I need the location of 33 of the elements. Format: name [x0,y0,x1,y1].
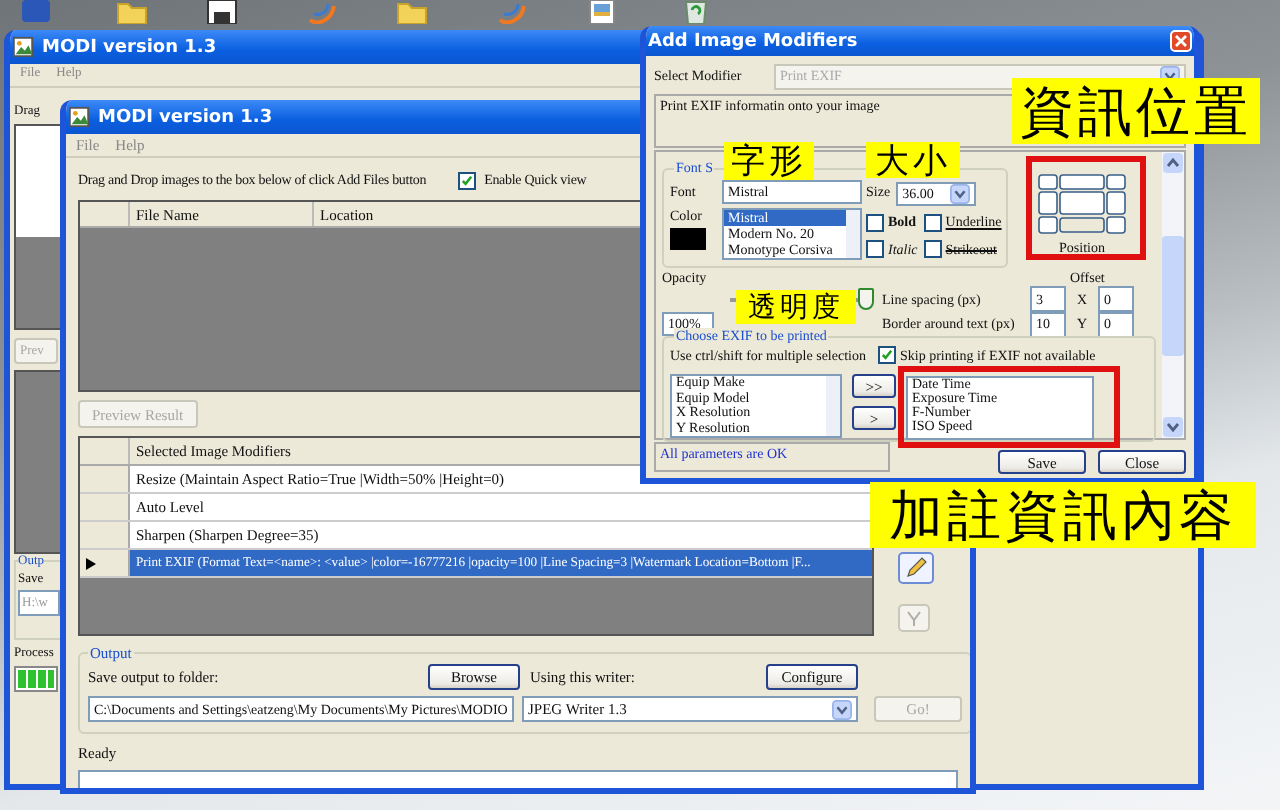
annotation-label: 透明度 [736,290,856,324]
window-title: MODI version 1.3 [42,37,217,57]
scroll-thumb[interactable] [1162,235,1184,355]
picture-icon[interactable] [586,0,618,24]
pencil-icon[interactable] [898,552,934,584]
bold-checkbox[interactable] [866,213,884,232]
position-picker[interactable] [1038,174,1126,234]
row-pointer-icon [86,557,96,569]
scrollbar[interactable] [826,376,840,436]
annotation-label: 字形 [724,142,814,180]
opacity-slider-thumb[interactable] [858,287,874,309]
strikeout-checkbox[interactable] [923,240,942,259]
annotation-label: 資訊位置 [1012,78,1260,144]
window-title: Add Image Modifiers [648,31,858,51]
quick-view-checkbox[interactable] [458,171,477,189]
skip-checkbox[interactable] [877,346,896,364]
app-icon [68,106,90,128]
color-swatch[interactable] [670,228,706,250]
annotation-label: 大小 [866,142,960,178]
dropdown-arrow-icon[interactable] [950,184,971,204]
app-icon [12,36,34,58]
recycle-bin-icon[interactable] [680,0,712,24]
scrollbar[interactable] [1162,152,1184,438]
highlight-frame [1026,156,1146,260]
scroll-down-icon[interactable] [1162,416,1184,438]
close-icon[interactable] [1170,30,1192,52]
underline-checkbox[interactable] [923,213,942,232]
window-title: MODI version 1.3 [98,107,273,127]
dropdown-arrow-icon[interactable] [832,699,852,719]
scrollbar[interactable] [846,210,860,258]
scroll-up-icon[interactable] [1162,152,1184,174]
italic-checkbox[interactable] [866,240,884,259]
annotation-label: 加註資訊內容 [870,482,1256,548]
